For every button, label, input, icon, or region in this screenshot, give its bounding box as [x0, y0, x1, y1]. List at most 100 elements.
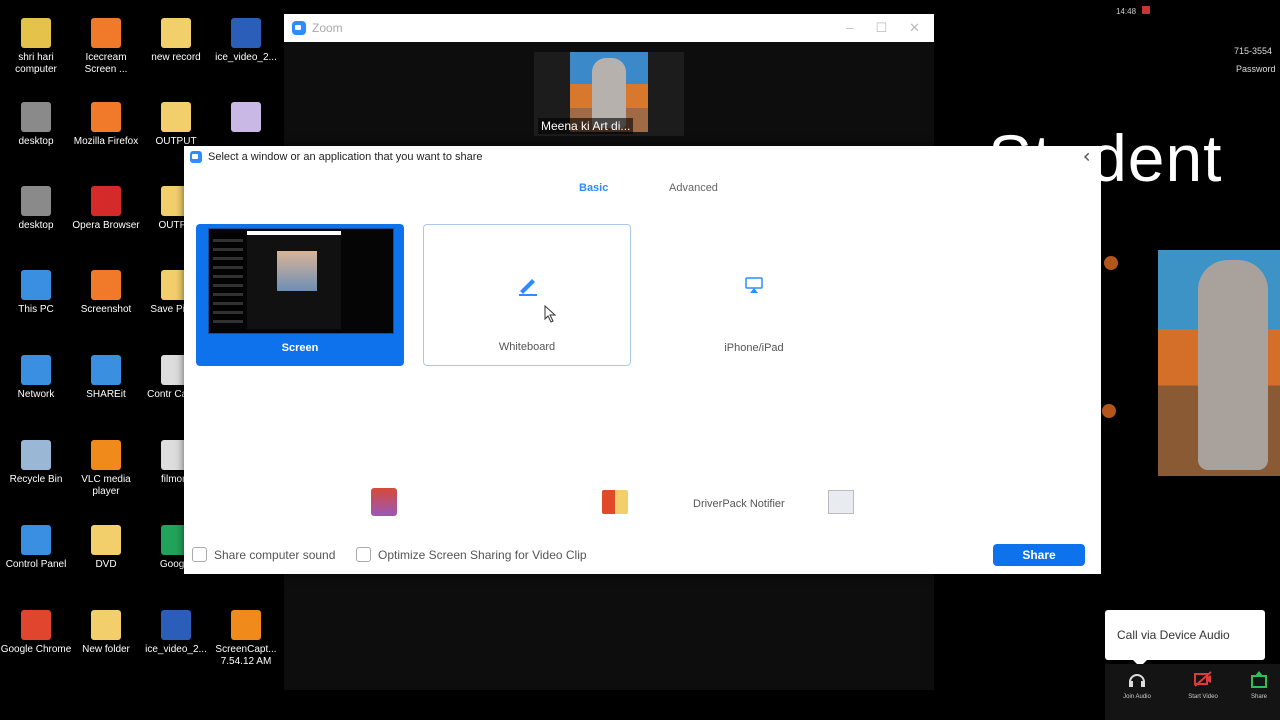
desktop-icon-label: Screenshot — [80, 304, 132, 315]
desktop-icon[interactable]: VLC media player — [70, 440, 142, 498]
app-icon — [21, 18, 51, 48]
zoom-logo-icon — [292, 21, 306, 35]
zoom-title-bar: Zoom – ☐ ✕ — [284, 14, 934, 42]
checkbox-box[interactable] — [356, 547, 371, 562]
app-icon — [21, 355, 51, 385]
desktop-icon-label: shri hari computer — [15, 52, 57, 75]
desktop-icon[interactable] — [210, 102, 282, 136]
desktop-icon[interactable]: New folder — [70, 610, 142, 656]
join-audio-button[interactable]: Join Audio — [1109, 670, 1165, 700]
desktop-icon-label: Control Panel — [5, 559, 67, 570]
audio-popup[interactable]: Call via Device Audio — [1105, 610, 1265, 667]
checkbox-box[interactable] — [192, 547, 207, 562]
screen-option-label: Screen — [281, 342, 319, 354]
desktop-icon-label: This PC — [18, 304, 54, 315]
share-sound-checkbox[interactable]: Share computer sound — [192, 547, 335, 562]
call-device-audio-option[interactable]: Call via Device Audio — [1117, 628, 1230, 642]
app-icon — [91, 610, 121, 640]
app-window-2-icon[interactable] — [602, 490, 628, 514]
desktop-icon[interactable]: Recycle Bin — [0, 440, 72, 486]
app-icon — [161, 610, 191, 640]
maximize-button[interactable]: ☐ — [875, 20, 887, 36]
desktop-icon-label: ice_video_2... — [145, 644, 207, 655]
desktop-icon-label: desktop — [18, 136, 54, 147]
desktop-icon-label: Network — [17, 389, 55, 400]
airplay-icon — [745, 277, 763, 293]
desktop-icon[interactable]: OUTPUT — [140, 102, 212, 148]
desktop-icon-label: ScreenCapt... 7.54.12 AM — [215, 644, 277, 667]
desktop-icon[interactable]: This PC — [0, 270, 72, 316]
desktop-icon[interactable]: Icecream Screen ... — [70, 18, 142, 76]
status-bar: 14:48 — [1116, 6, 1151, 16]
preview-window — [247, 231, 341, 329]
minimize-button[interactable]: – — [846, 20, 853, 36]
tab-basic[interactable]: Basic — [579, 182, 608, 194]
participant-thumbnail[interactable]: Meena ki Art di... — [534, 52, 684, 136]
password-label: Password — [1236, 64, 1276, 74]
desktop-icon[interactable]: SHAREit — [70, 355, 142, 401]
annotation-dot — [1104, 256, 1118, 270]
app-window-1-icon[interactable] — [371, 488, 397, 516]
app-icon — [91, 186, 121, 216]
desktop-icon[interactable]: new record — [140, 18, 212, 64]
desktop-icon-label: Mozilla Firefox — [73, 136, 139, 147]
share-option-screen[interactable]: Screen — [196, 224, 404, 366]
share-option-iphone-ipad[interactable]: iPhone/iPad — [650, 224, 858, 366]
pencil-icon — [519, 279, 537, 296]
screen-preview — [208, 228, 394, 334]
desktop-icon[interactable]: Control Panel — [0, 525, 72, 571]
app-driverpack-label[interactable]: DriverPack Notifier — [693, 498, 785, 510]
app-icon — [91, 18, 121, 48]
zoom-logo-icon — [190, 151, 202, 163]
tab-advanced[interactable]: Advanced — [669, 182, 718, 194]
close-button[interactable]: ✕ — [909, 20, 920, 36]
app-icon — [91, 102, 121, 132]
desktop-icon[interactable]: desktop — [0, 102, 72, 148]
app-icon — [91, 355, 121, 385]
battery-icon — [1142, 6, 1151, 14]
share-button[interactable]: Share — [993, 544, 1085, 566]
share-option-whiteboard[interactable]: Whiteboard — [423, 224, 631, 366]
app-icon — [231, 102, 261, 132]
desktop-icon[interactable]: ice_video_2... — [140, 610, 212, 656]
share-toolbar-button[interactable]: Share — [1239, 670, 1279, 700]
app-icon — [21, 186, 51, 216]
desktop-icon-label: SHAREit — [86, 389, 126, 400]
desktop-icon[interactable]: Google Chrome — [0, 610, 72, 656]
optimize-video-label: Optimize Screen Sharing for Video Clip — [378, 547, 587, 562]
desktop-icon[interactable]: ScreenCapt... 7.54.12 AM — [210, 610, 282, 668]
app-window-3-icon[interactable] — [828, 490, 854, 514]
iphone-ipad-option-label: iPhone/iPad — [724, 342, 784, 354]
desktop-icon[interactable]: DVD — [70, 525, 142, 571]
status-time: 14:48 — [1116, 7, 1137, 16]
desktop-icon[interactable]: Opera Browser — [70, 186, 142, 232]
optimize-video-checkbox[interactable]: Optimize Screen Sharing for Video Clip — [356, 547, 587, 562]
desktop-icon-label: Recycle Bin — [9, 474, 63, 485]
desktop-icon[interactable]: shri hari computer — [0, 18, 72, 76]
window-controls: – ☐ ✕ — [846, 20, 934, 36]
share-sound-label: Share computer sound — [214, 547, 336, 562]
meeting-phone: 715-3554 — [1234, 46, 1273, 56]
app-icon — [21, 525, 51, 555]
desktop-icon-label: Google Chrome — [0, 644, 72, 655]
participant-name: Meena ki Art di... — [538, 118, 634, 134]
desktop-icon-label: new record — [151, 52, 201, 63]
desktop-icon[interactable]: desktop — [0, 186, 72, 232]
headphones-icon — [1129, 674, 1145, 687]
app-icon — [21, 270, 51, 300]
app-icon — [21, 610, 51, 640]
share-screen-dialog: Select a window or an application that y… — [184, 146, 1101, 574]
desktop-icon-label: New folder — [82, 644, 130, 655]
app-icon — [91, 525, 121, 555]
desktop-icon[interactable]: Screenshot — [70, 270, 142, 316]
desktop-icon[interactable]: ice_video_2... — [210, 18, 282, 64]
preview-title-bar — [247, 231, 341, 235]
desktop-icon[interactable]: Network — [0, 355, 72, 401]
statue-photo — [1158, 250, 1280, 476]
start-video-button[interactable]: Start Video — [1175, 670, 1231, 700]
desktop-icon-label: Icecream Screen ... — [84, 52, 128, 75]
app-icon — [21, 102, 51, 132]
desktop-icon-label: DVD — [95, 559, 117, 570]
desktop-icon[interactable]: Mozilla Firefox — [70, 102, 142, 148]
desktop-icon-label: VLC media player — [81, 474, 131, 497]
